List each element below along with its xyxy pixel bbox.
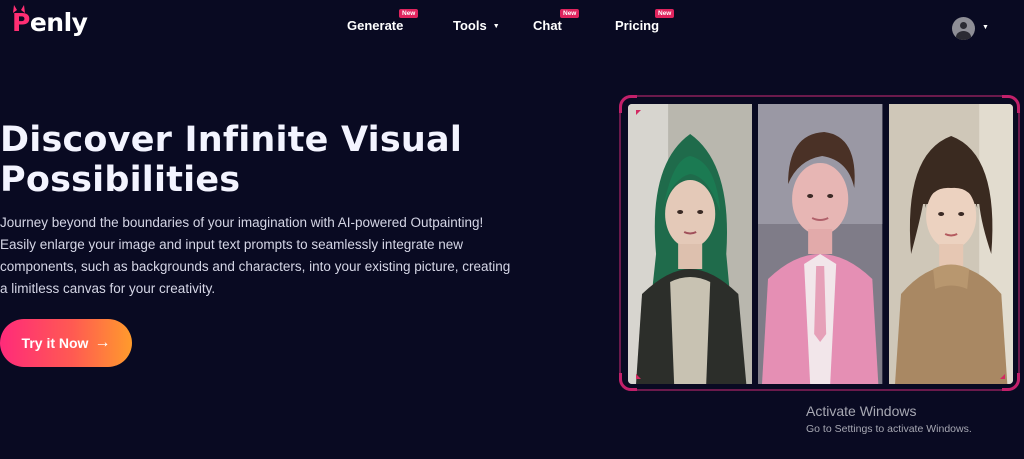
activate-windows-subtitle: Go to Settings to activate Windows. [806, 423, 972, 435]
hero-description: Journey beyond the boundaries of your im… [0, 215, 511, 296]
nav-chat-label: Chat [533, 18, 562, 33]
showcase-panels [628, 104, 1013, 384]
hero-title-line2: Possibilities [0, 160, 241, 200]
crop-marker [636, 374, 641, 379]
nav-pricing[interactable]: Pricing New [615, 9, 675, 33]
portrait-man-pink-suit [758, 104, 883, 384]
new-badge: New [655, 9, 675, 18]
crop-marker [1000, 374, 1005, 379]
cta-label: Try it Now [21, 335, 89, 351]
main-nav: Generate New Tools ▼ Chat New Pricing New [0, 0, 1024, 56]
nav-tools-label: Tools [453, 18, 487, 33]
nav-generate[interactable]: Generate New [347, 9, 419, 33]
new-badge: New [560, 9, 580, 18]
nav-generate-label: Generate [347, 18, 404, 33]
new-badge: New [399, 9, 419, 18]
try-it-now-button[interactable]: Try it Now → [0, 319, 132, 367]
crop-marker [636, 110, 641, 115]
hero-title-line1: Discover Infinite Visual [0, 120, 463, 160]
nav-tools[interactable]: Tools ▼ [453, 18, 500, 33]
portrait-woman-green-hair [628, 104, 753, 384]
nav-chat[interactable]: Chat New [533, 9, 580, 33]
activate-windows-title: Activate Windows [806, 403, 917, 419]
caret-down-icon[interactable]: ▼ [982, 24, 989, 31]
caret-down-icon: ▼ [492, 23, 500, 30]
portrait-woman-bob-sweater [888, 104, 1013, 384]
user-icon [960, 22, 967, 29]
hero-title: Discover Infinite Visual Possibilities [0, 120, 520, 200]
top-navbar: P enly Generate New Tools ▼ Chat New Pric… [0, 0, 1024, 56]
user-avatar[interactable] [952, 17, 975, 40]
user-icon-body [956, 31, 971, 40]
arrow-right-icon: → [94, 334, 111, 351]
nav-pricing-label: Pricing [615, 18, 660, 33]
